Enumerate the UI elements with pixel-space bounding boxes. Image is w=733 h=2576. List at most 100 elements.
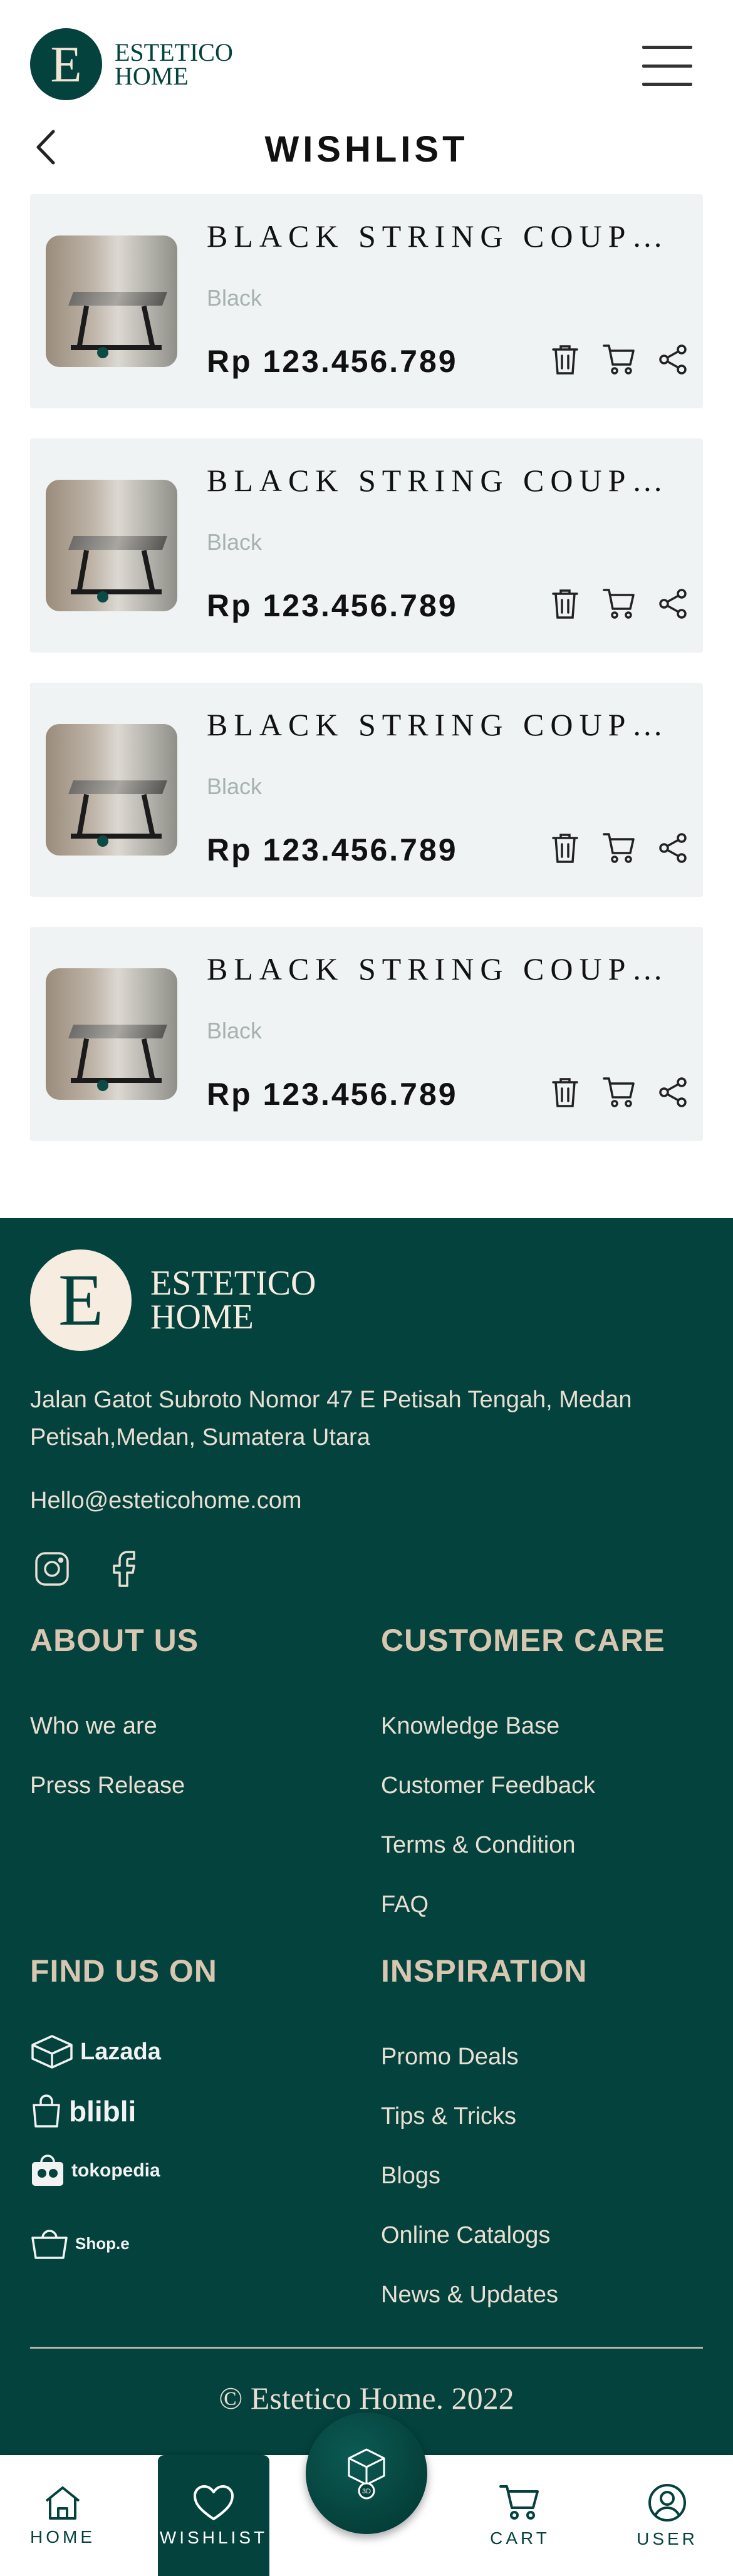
footer-link-promo-deals[interactable]: Promo Deals [381, 2044, 519, 2071]
menu-bar [642, 83, 692, 86]
nav-home-label: HOME [30, 2527, 95, 2547]
lazada-icon [31, 2035, 73, 2069]
brand-logo[interactable]: E ESTETICO HOME [30, 28, 233, 100]
logo-line-1: ESTETICO [115, 38, 233, 66]
menu-bar [642, 46, 692, 49]
home-icon [45, 2486, 80, 2520]
cart-icon[interactable] [601, 1075, 637, 1110]
trash-icon[interactable] [548, 586, 583, 621]
footer-link-who-we-are[interactable]: Who we are [30, 1713, 157, 1740]
top-header: E ESTETICO HOME WISHLIST [0, 0, 733, 170]
wishlist-item[interactable]: BLACK STRING COUPLE COFFEE TABLE Black R… [30, 927, 703, 1141]
footer-logo[interactable]: E ESTETICO HOME [30, 1249, 316, 1351]
shop-name-lazada: Lazada [80, 2038, 161, 2065]
footer-address: Jalan Gatot Subroto Nomor 47 E Petisah T… [30, 1387, 632, 1451]
view-3d-button[interactable]: 3D [306, 2413, 427, 2534]
footer-logo-line-2: HOME [150, 1298, 254, 1337]
nav-user[interactable]: USER [623, 2455, 711, 2576]
find-us-on-heading: FIND US ON [30, 1953, 217, 1989]
product-price: Rp 123.456.789 [207, 1077, 458, 1112]
product-image[interactable] [46, 724, 177, 856]
blibli-bag-icon [33, 2094, 60, 2128]
heart-icon [194, 2485, 234, 2520]
instagram-icon[interactable] [30, 1547, 74, 1591]
logo-letter: E [50, 35, 82, 93]
tokopedia-icon [32, 2154, 63, 2186]
footer-link-faq[interactable]: FAQ [381, 1891, 429, 1918]
footer-logo-wordmark: ESTETICO HOME [150, 1264, 316, 1337]
shop-link-lazada[interactable]: Lazada [30, 2034, 161, 2070]
footer-divider [30, 2347, 703, 2349]
product-image[interactable] [46, 480, 177, 611]
product-price: Rp 123.456.789 [207, 588, 458, 623]
cart-icon [499, 2485, 539, 2520]
cart-icon[interactable] [601, 586, 637, 621]
menu-bar [642, 64, 692, 68]
shop-link-blibli[interactable]: blibli [30, 2094, 136, 2129]
share-icon[interactable] [655, 586, 690, 621]
footer-email-link[interactable]: Hello@esteticohome.com [30, 1487, 302, 1514]
cart-icon[interactable] [601, 830, 637, 866]
shopee-bag-icon [31, 2230, 68, 2259]
product-variant: Black [207, 1018, 263, 1043]
shop-link-shopee[interactable]: Shop.e [30, 2227, 130, 2260]
wishlist-item[interactable]: BLACK STRING COUPLE COFFEE TABLE Black R… [30, 438, 703, 653]
logo-mark: E [30, 28, 102, 100]
nav-wishlist-label: WISHLIST [159, 2527, 268, 2547]
nav-wishlist[interactable]: WISHLIST [158, 2455, 269, 2576]
product-title[interactable]: BLACK STRING COUPLE COFFEE TABLE [207, 462, 683, 499]
user-icon [648, 2483, 686, 2522]
share-icon[interactable] [655, 830, 690, 866]
footer-link-customer-feedback[interactable]: Customer Feedback [381, 1772, 595, 1799]
nav-cart-label: CART [490, 2528, 550, 2548]
footer-link-blogs[interactable]: Blogs [381, 2163, 440, 2190]
footer-link-news-updates[interactable]: News & Updates [381, 2282, 558, 2309]
shop-name-tokopedia: tokopedia [71, 2160, 160, 2181]
cart-icon[interactable] [601, 342, 637, 377]
nav-user-label: USER [637, 2528, 698, 2548]
product-variant: Black [207, 773, 263, 799]
hamburger-menu-icon[interactable] [642, 46, 692, 86]
product-image[interactable] [46, 235, 177, 367]
footer-link-press-release[interactable]: Press Release [30, 1772, 185, 1799]
logo-wordmark: ESTETICO HOME [115, 38, 233, 90]
footer-logo-letter: E [58, 1259, 104, 1341]
3d-cube-icon: 3D [348, 2448, 385, 2500]
product-variant: Black [207, 285, 263, 311]
nav-cart[interactable]: CART [476, 2455, 564, 2576]
copyright-text: © Estetico Home. 2022 [219, 2381, 514, 2416]
share-icon[interactable] [655, 1075, 690, 1110]
footer-link-tips-tricks[interactable]: Tips & Tricks [381, 2103, 516, 2130]
footer-link-knowledge-base[interactable]: Knowledge Base [381, 1713, 559, 1740]
trash-icon[interactable] [548, 342, 583, 377]
shop-link-tokopedia[interactable]: tokopedia [30, 2153, 160, 2188]
product-price: Rp 123.456.789 [207, 832, 458, 867]
wishlist-item[interactable]: BLACK STRING COUPLE COFFEE TABLE Black R… [30, 683, 703, 897]
share-icon[interactable] [655, 342, 690, 377]
product-title[interactable]: BLACK STRING COUPLE COFFEE TABLE [207, 706, 683, 743]
nav-home[interactable]: HOME [19, 2455, 107, 2576]
product-title[interactable]: BLACK STRING COUPLE COFFEE TABLE [207, 218, 683, 254]
shop-name-shopee: Shop.e [75, 2233, 130, 2253]
about-us-heading: ABOUT US [30, 1623, 199, 1658]
product-price: Rp 123.456.789 [207, 344, 458, 379]
trash-icon[interactable] [548, 830, 583, 866]
product-title[interactable]: BLACK STRING COUPLE COFFEE TABLE [207, 951, 683, 987]
product-image[interactable] [46, 968, 177, 1100]
customer-care-heading: CUSTOMER CARE [381, 1623, 665, 1658]
footer-link-terms[interactable]: Terms & Condition [381, 1832, 575, 1859]
footer-link-online-catalogs[interactable]: Online Catalogs [381, 2222, 550, 2249]
page-title: WISHLIST [264, 129, 469, 170]
3d-badge-text: 3D [362, 2488, 371, 2495]
facebook-icon[interactable] [102, 1547, 146, 1591]
inspiration-heading: INSPIRATION [381, 1953, 588, 1989]
logo-line-2: HOME [115, 61, 189, 90]
social-links [30, 1547, 174, 1591]
wishlist-item[interactable]: BLACK STRING COUPLE COFFEE TABLE Black R… [30, 194, 703, 408]
footer-logo-mark: E [30, 1249, 132, 1351]
product-variant: Black [207, 529, 263, 555]
footer-logo-line-1: ESTETICO [150, 1264, 316, 1303]
trash-icon[interactable] [548, 1075, 583, 1110]
site-footer: E ESTETICO HOME Jalan Gatot Subroto Nomo… [0, 1218, 733, 2455]
shop-name-blibli: blibli [69, 2095, 137, 2128]
